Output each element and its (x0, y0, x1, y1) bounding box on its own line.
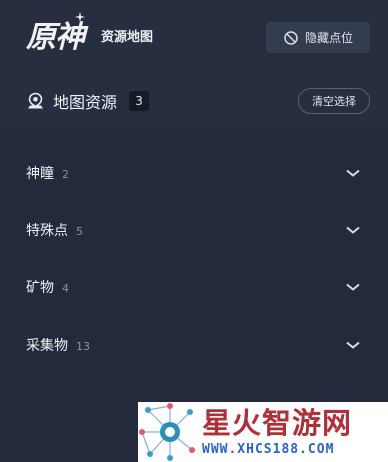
category-label: 采集物 (26, 338, 68, 354)
logo-star-icon (75, 12, 85, 22)
chevron-down-icon (346, 283, 360, 291)
site-watermark: 星火智游网 WWW.XHCS188.COM (138, 402, 388, 462)
network-logo-icon (139, 403, 195, 461)
hide-markers-button[interactable]: 隐藏点位 (266, 22, 370, 53)
category-item-oculus[interactable]: 神瞳 2 (0, 155, 388, 191)
category-label: 矿物 (26, 280, 54, 296)
chevron-down-icon (346, 226, 360, 234)
category-item-collectibles[interactable]: 采集物 13 (0, 327, 388, 363)
chevron-down-icon (346, 169, 360, 177)
category-item-special-points[interactable]: 特殊点 5 (0, 212, 388, 248)
hide-markers-label: 隐藏点位 (304, 31, 353, 45)
clear-selection-button[interactable]: 清空选择 (298, 88, 370, 114)
category-count: 13 (76, 340, 90, 353)
eye-off-icon (284, 30, 298, 45)
category-label: 特殊点 (26, 223, 68, 239)
watermark-title: 星火智游网 (202, 406, 353, 440)
category-item-ores[interactable]: 矿物 4 (0, 269, 388, 305)
chevron-down-icon (346, 341, 360, 349)
category-count: 5 (76, 225, 83, 238)
category-count: 2 (62, 168, 69, 181)
resources-header: 地图资源 3 (26, 88, 150, 114)
genshin-logo: 原神 (26, 20, 85, 55)
category-label: 神瞳 (26, 166, 54, 182)
selected-count-badge: 3 (129, 91, 150, 111)
category-count: 4 (62, 282, 69, 295)
resources-title: 地图资源 (53, 93, 118, 112)
watermark-url: WWW.XHCS188.COM (202, 442, 335, 457)
map-pin-icon (28, 92, 43, 108)
app-title: 资源地图 (101, 30, 154, 45)
